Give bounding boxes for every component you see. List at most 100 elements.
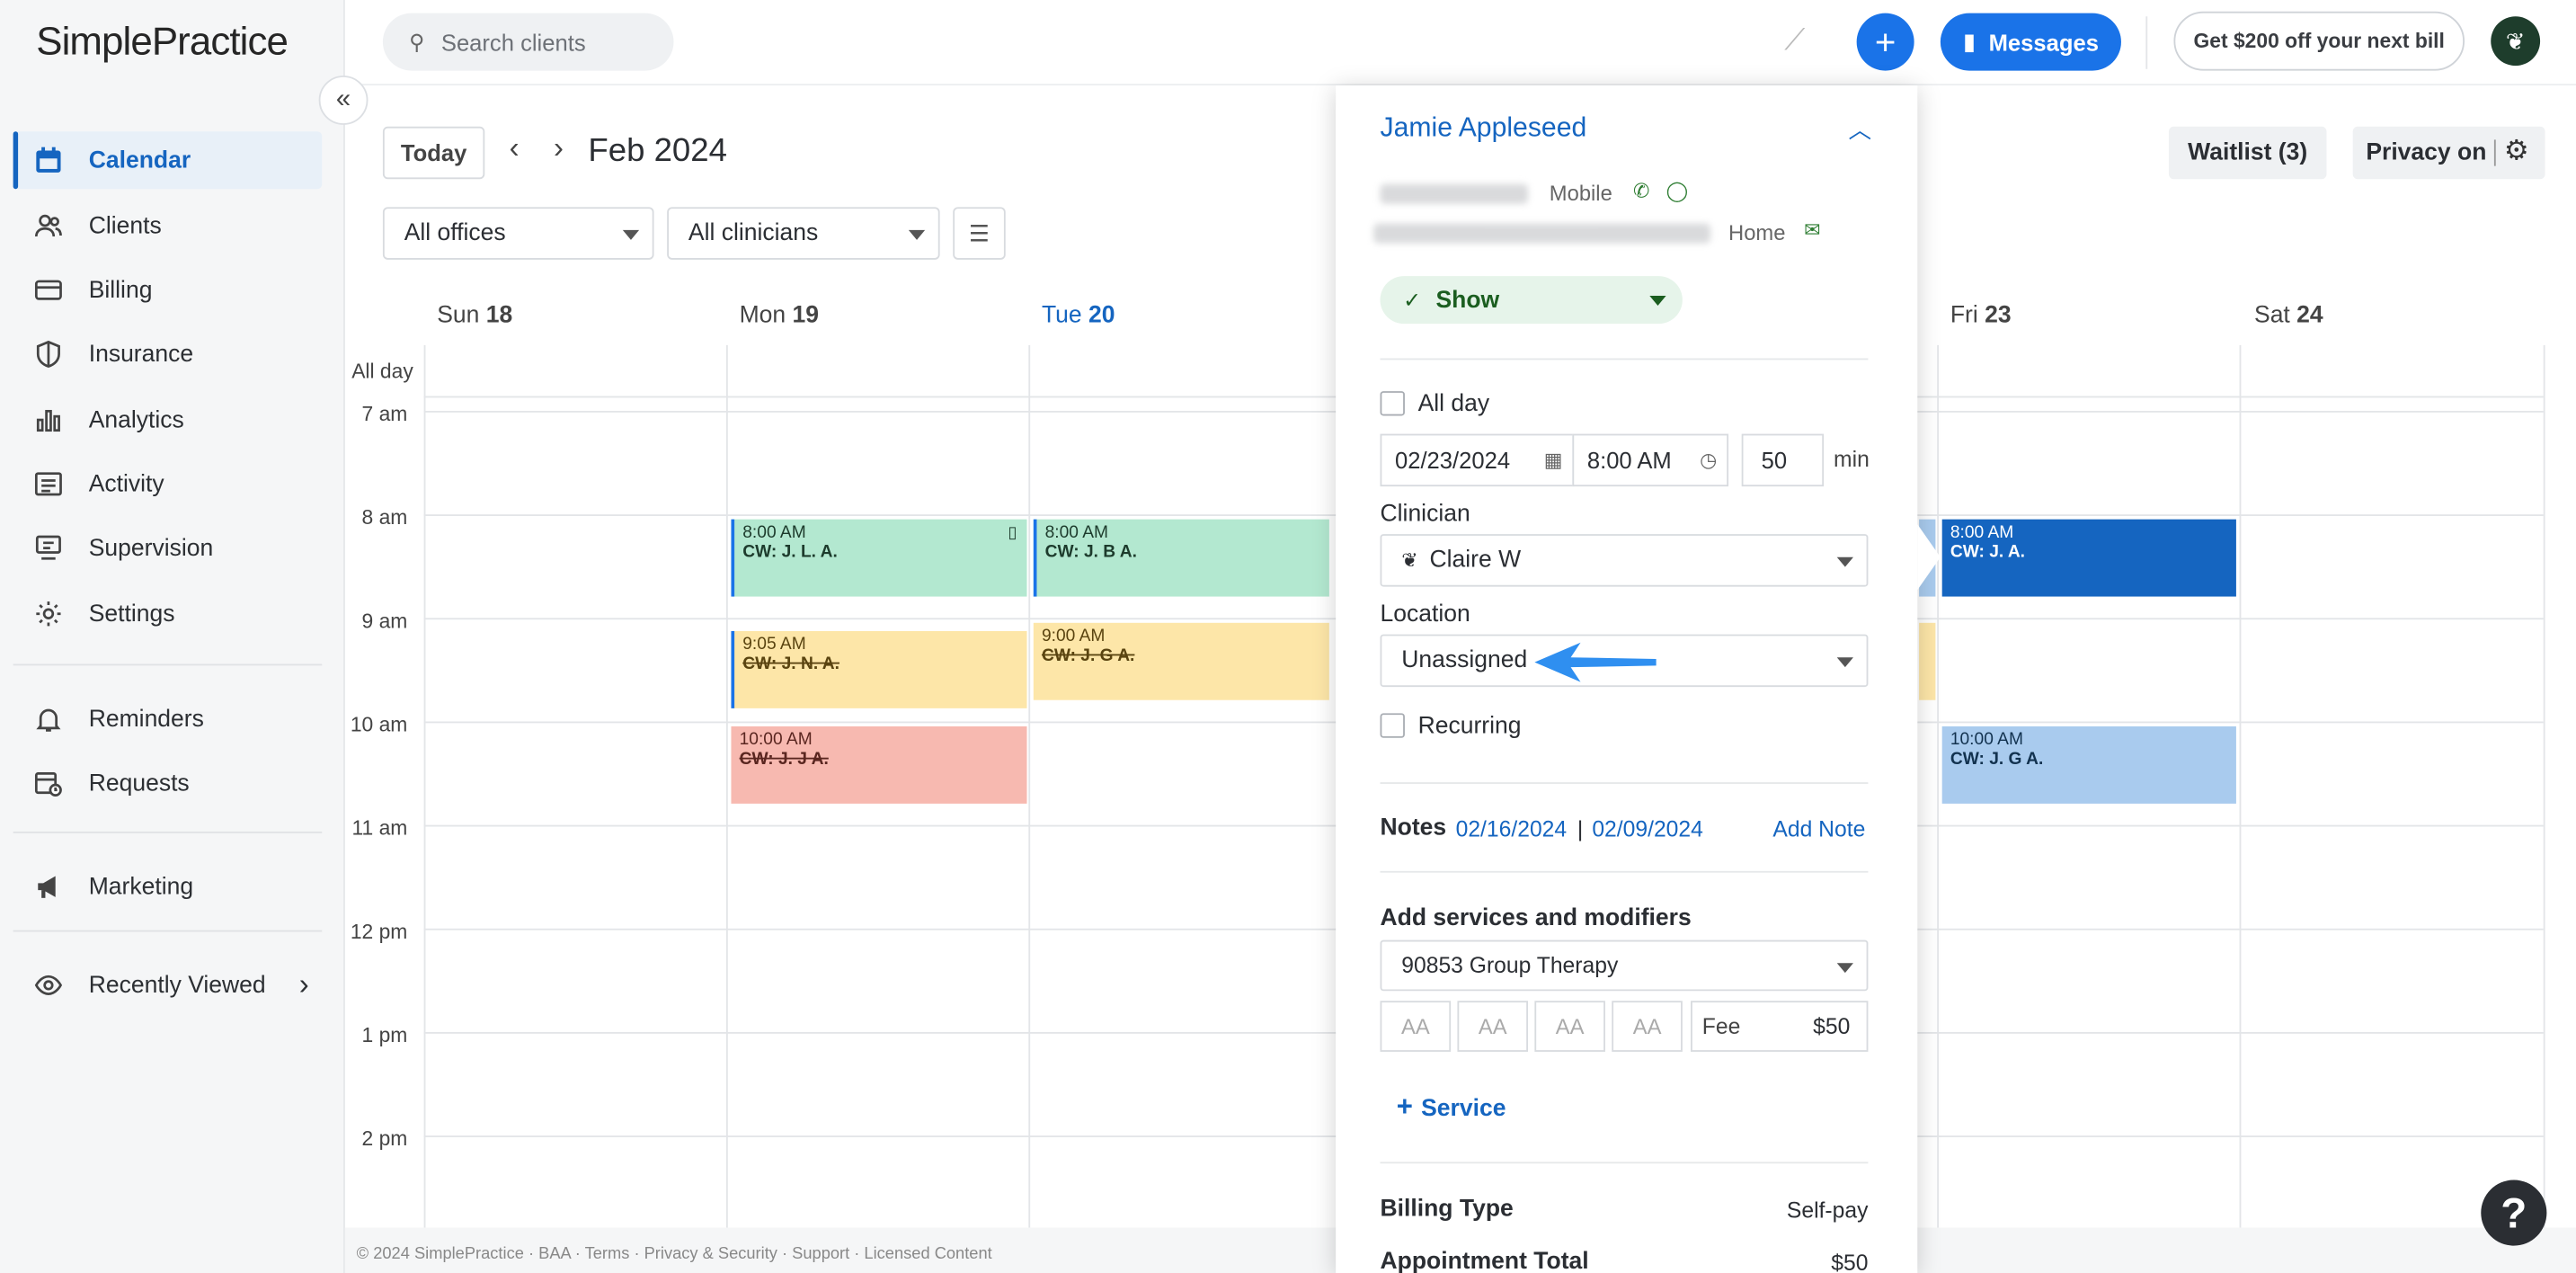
chat-icon[interactable]: ◯ [1666,179,1689,202]
appointment-time: 10:00 AM [739,729,813,750]
create-button[interactable]: + [1856,13,1914,71]
chat-bubble-icon: ▮ [1962,28,1976,55]
bar-chart-icon [33,405,63,435]
search-input[interactable]: ⚲ Search clients [382,13,674,71]
sidebar-item-label: Settings [88,601,175,628]
modifier-input[interactable]: AA [1612,1001,1683,1052]
waitlist-button[interactable]: Waitlist (3) [2168,126,2327,180]
clinicians-dropdown[interactable]: All clinicians [667,207,940,260]
appointment-block[interactable]: 8:00 AM CW: J. L. A. ▯ [731,519,1027,597]
email-redacted [1373,223,1710,244]
time-value: 8:00 AM [1586,447,1672,474]
appointment-block[interactable]: 10:00 AM CW: J. J A. [731,726,1027,804]
day-number: 19 [792,302,820,329]
sidebar-item-activity[interactable]: Activity [13,455,323,512]
sidebar-item-reminders[interactable]: Reminders [13,690,323,748]
promo-button[interactable]: Get $200 off your next bill [2173,11,2465,71]
offices-dropdown[interactable]: All offices [382,207,654,260]
day-header-mon[interactable]: Mon 19 [740,302,819,328]
sidebar-item-billing[interactable]: Billing [13,262,323,319]
sidebar: SimplePractice Calendar Clients Billing … [0,0,345,1273]
sidebar-item-insurance[interactable]: Insurance [13,325,323,383]
phone-icon[interactable]: ✆ [1633,179,1649,202]
day-header-sat[interactable]: Sat 24 [2254,302,2323,328]
all-day-checkbox[interactable] [1380,391,1405,416]
gear-icon[interactable]: ⚙ [2504,135,2529,168]
clinicians-value: All clinicians [688,219,819,247]
time-label: 10 am [350,713,408,736]
day-header-fri[interactable]: Fri 23 [1950,302,2012,328]
plus-icon: + [1874,20,1896,62]
sidebar-item-recently-viewed[interactable]: Recently Viewed › [13,957,323,1014]
location-label: Location [1380,601,1470,628]
appointment-client: CW: J. N. A. [742,654,839,674]
next-week-button[interactable]: › [554,131,564,165]
appointment-client: CW: J. G A. [1041,645,1135,666]
recurring-checkbox[interactable] [1380,713,1405,738]
modifier-input[interactable]: AA [1534,1001,1605,1052]
time-field[interactable]: 8:00 AM ◷ [1572,433,1729,487]
panel-divider [1380,1162,1869,1164]
prev-week-button[interactable]: ‹ [510,131,520,165]
day-name: Sun [437,302,480,329]
collapse-sidebar-button[interactable]: « [318,76,369,125]
leaf-icon: ❦ [2505,27,2526,54]
sidebar-item-calendar[interactable]: Calendar [13,131,323,190]
appointment-block[interactable] [1919,622,1936,700]
appointment-block[interactable]: 9:00 AM CW: J. G A. [1033,622,1329,700]
messages-button[interactable]: ▮ Messages [1940,13,2121,71]
sidebar-item-analytics[interactable]: Analytics [13,391,323,449]
help-button[interactable]: ? [2481,1180,2547,1246]
grid-line [725,344,728,1228]
date-field[interactable]: 02/23/2024 ▦ [1380,433,1575,487]
clinician-select[interactable]: ❦ Claire W [1380,534,1869,587]
search-placeholder: Search clients [440,28,586,56]
topbar: ⚲ Search clients ⟋ + ▮ Messages Get $200… [344,0,2576,86]
add-service-button[interactable]: + Service [1397,1091,1506,1125]
service-select[interactable]: 90853 Group Therapy [1380,939,1869,992]
day-header-tue[interactable]: Tue 20 [1042,302,1115,328]
client-name-link[interactable]: Jamie Appleseed [1381,113,1587,145]
privacy-divider [2493,139,2496,166]
duration-field[interactable]: 50 [1741,433,1825,487]
sidebar-item-label: Insurance [88,341,194,368]
chevron-up-icon[interactable]: ︿ [1849,113,1872,147]
appointment-block[interactable]: 9:05 AM CW: J. N. A. [731,630,1027,708]
note-link[interactable]: 02/16/2024 [1456,817,1568,841]
credit-card-icon [33,275,63,305]
sidebar-item-marketing[interactable]: Marketing [13,858,323,915]
sidebar-item-clients[interactable]: Clients [13,197,323,254]
sidebar-item-supervision[interactable]: Supervision [13,520,323,577]
status-value: Show [1435,286,1500,314]
day-header-sun[interactable]: Sun 18 [437,302,512,328]
list-icon [33,469,63,499]
trend-icon[interactable]: ⟋ [1784,23,1805,58]
status-dropdown[interactable]: ✓ Show [1380,276,1683,325]
modifier-input[interactable]: AA [1457,1001,1529,1052]
sidebar-item-settings[interactable]: Settings [13,585,323,643]
sidebar-item-label: Billing [88,277,153,304]
appointment-block[interactable]: 10:00 AM CW: J. G A. [1941,726,2236,804]
today-button[interactable]: Today [382,126,485,180]
day-name: Sat [2254,302,2290,329]
sidebar-item-label: Requests [88,770,190,797]
appointment-block[interactable]: 8:00 AM CW: J. B A. [1033,519,1329,597]
modifier-input[interactable]: AA [1380,1001,1452,1052]
sidebar-item-requests[interactable]: Requests [13,754,323,812]
fee-field[interactable]: Fee $50 [1691,1001,1869,1052]
privacy-toggle[interactable]: Privacy on ⚙ [2352,126,2545,180]
avatar[interactable]: ❦ [2491,16,2541,67]
sidebar-item-label: Reminders [88,706,204,733]
fee-value: $50 [1813,1013,1851,1039]
mail-icon[interactable]: ✉ [1804,218,1820,242]
day-name: Tue [1041,302,1082,329]
sidebar-item-label: Recently Viewed [88,972,266,999]
caret-down-icon [622,229,640,240]
note-link[interactable]: 02/09/2024 [1592,817,1703,841]
appointment-client: CW: J. L. A. [742,542,838,563]
filter-settings-button[interactable]: ☰ [953,207,1006,260]
appointment-block[interactable]: 8:00 AM CW: J. A. [1941,519,2236,597]
add-note-button[interactable]: Add Note [1772,817,1865,841]
messages-label: Messages [1988,28,2099,56]
simplepractice-logo[interactable]: SimplePractice [36,20,289,66]
